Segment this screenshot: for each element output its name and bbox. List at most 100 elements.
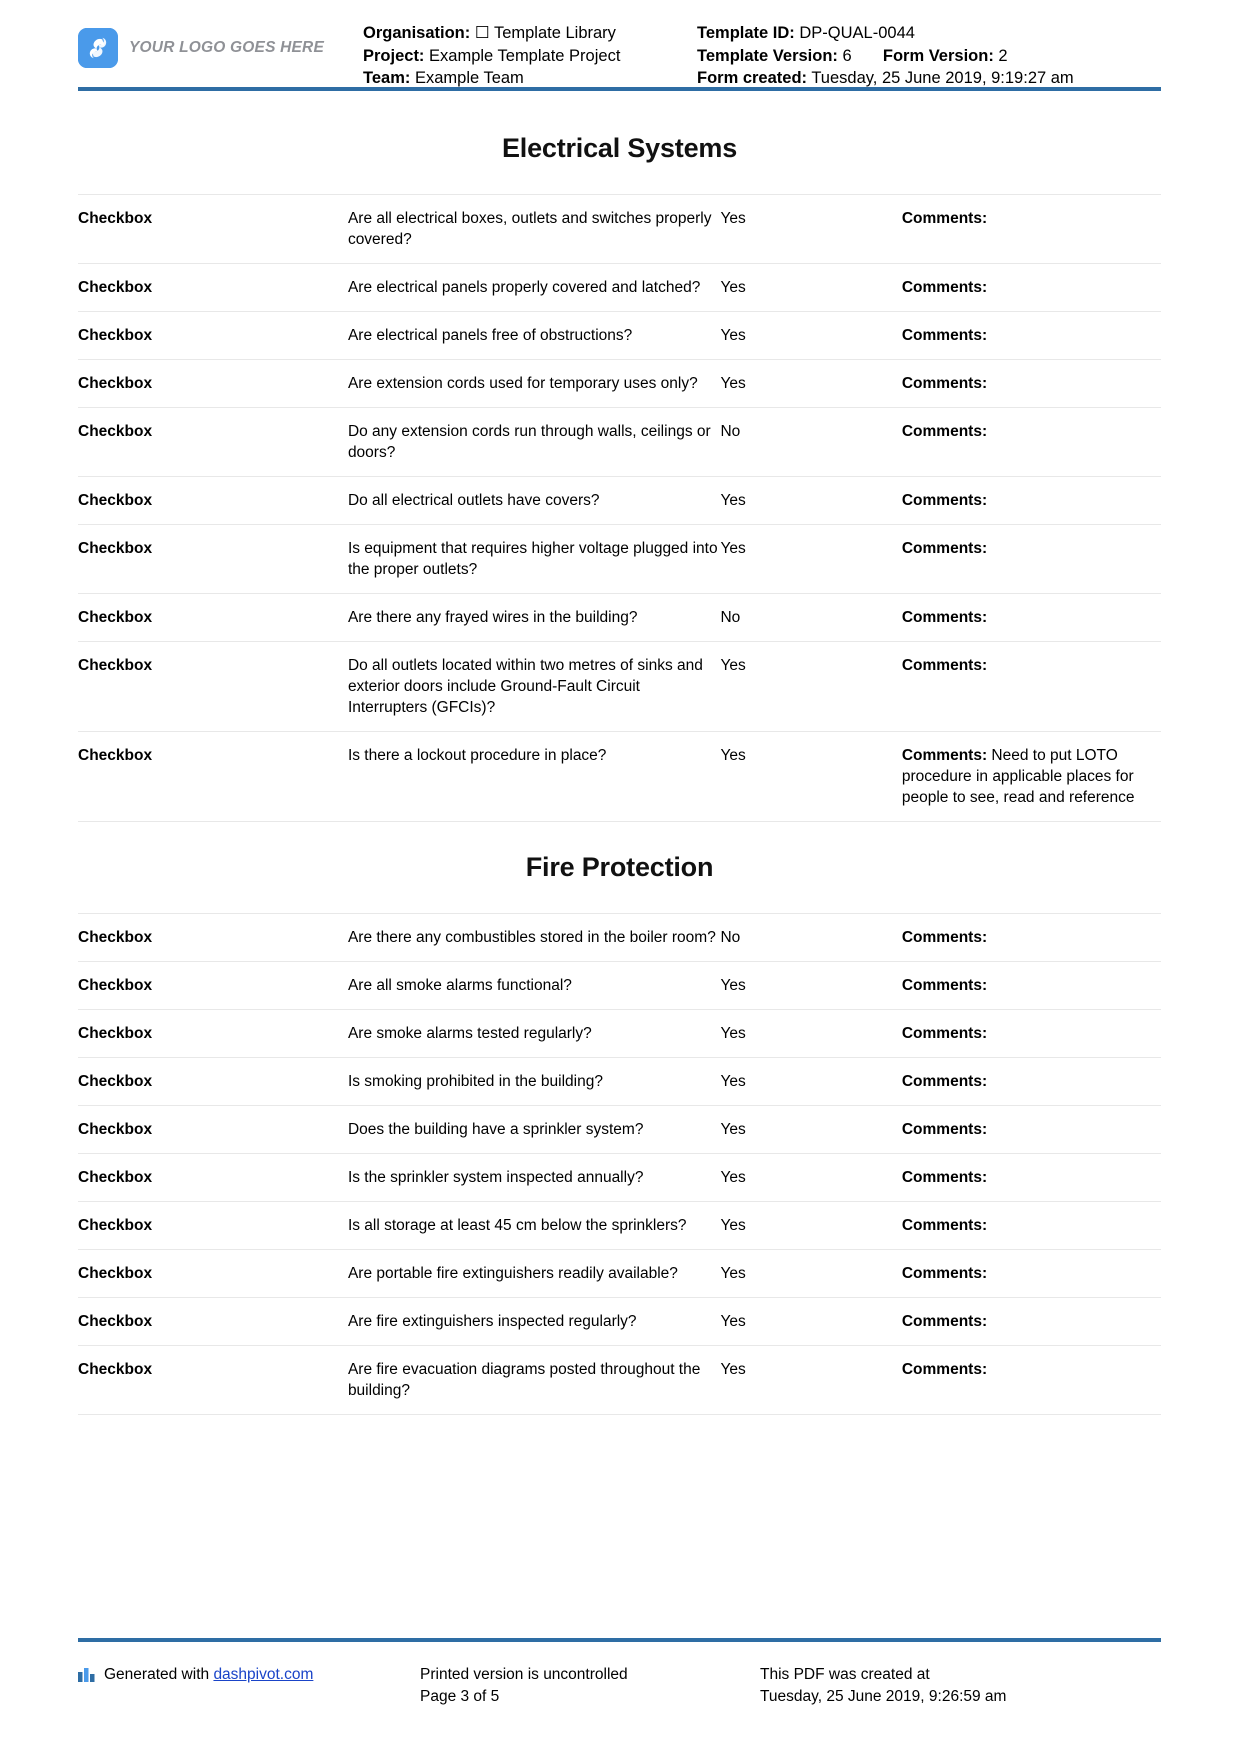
- row-comment: Comments:: [902, 408, 1161, 477]
- row-answer: No: [720, 609, 741, 626]
- row-comment: Comments:: [902, 914, 1161, 962]
- row-comment: Comments:: [902, 525, 1161, 594]
- row-type: Checkbox: [78, 1361, 153, 1378]
- row-answer: Yes: [720, 375, 746, 392]
- table-row: Checkbox Is the sprinkler system inspect…: [78, 1153, 1161, 1202]
- row-comment: Comments:: [902, 477, 1161, 525]
- row-answer: Yes: [720, 1265, 746, 1282]
- checklist-table-electrical-systems: Checkbox Are all electrical boxes, outle…: [78, 194, 1161, 822]
- table-row: Checkbox Are fire extinguishers inspecte…: [78, 1297, 1161, 1346]
- table-row: Checkbox Is smoking prohibited in the bu…: [78, 1057, 1161, 1106]
- template-id-label: Template ID:: [697, 24, 795, 42]
- row-type: Checkbox: [78, 1313, 153, 1330]
- row-comment: Comments:: [902, 1202, 1161, 1250]
- row-comment: Comments:: [902, 1298, 1161, 1346]
- project-line: Project: Example Template Project: [363, 45, 697, 68]
- row-comment-label: Comments:: [901, 929, 988, 946]
- row-question: Is the sprinkler system inspected annual…: [347, 1169, 644, 1186]
- row-comment-label: Comments:: [901, 1265, 988, 1282]
- row-comment: Comments:: [902, 1010, 1161, 1058]
- row-comment: Comments:: [902, 360, 1161, 408]
- pdf-created-value: Tuesday, 25 June 2019, 9:26:59 am: [760, 1688, 1007, 1705]
- logo-text: YOUR LOGO GOES HERE: [129, 39, 324, 56]
- team-line: Team: Example Team: [363, 67, 697, 90]
- row-comment: Comments:: [902, 1346, 1161, 1415]
- template-version-label: Template Version:: [697, 46, 838, 65]
- version-line: Template Version: 6 Form Version: 2: [697, 45, 1161, 68]
- row-question: Are portable fire extinguishers readily …: [347, 1265, 678, 1282]
- organisation-line: Organisation: ☐ Template Library: [363, 22, 697, 45]
- table-row: Checkbox Are electrical panels properly …: [78, 263, 1161, 312]
- table-row: Checkbox Are all electrical boxes, outle…: [78, 194, 1161, 264]
- pdf-created-label: This PDF was created at: [760, 1666, 930, 1683]
- row-comment-label: Comments:: [901, 210, 988, 227]
- row-answer: Yes: [720, 977, 746, 994]
- row-answer: Yes: [720, 540, 746, 557]
- row-comment-label: Comments:: [901, 327, 988, 344]
- section-title-electrical-systems: Electrical Systems: [501, 133, 738, 163]
- row-comment-label: Comments:: [901, 375, 988, 392]
- dashpivot-link[interactable]: dashpivot.com: [213, 1666, 313, 1683]
- row-comment-label: Comments:: [901, 279, 988, 296]
- logo-block: YOUR LOGO GOES HERE: [78, 18, 363, 68]
- logo-mark-icon: [78, 28, 118, 68]
- table-row: Checkbox Is all storage at least 45 cm b…: [78, 1201, 1161, 1250]
- row-answer: Yes: [720, 210, 746, 227]
- row-comment: Comments:: [902, 1154, 1161, 1202]
- form-created-label: Form created:: [697, 69, 808, 87]
- row-comment-label: Comments:: [901, 1025, 988, 1042]
- table-row: Checkbox Are there any frayed wires in t…: [78, 593, 1161, 642]
- row-comment-label: Comments:: [901, 540, 988, 557]
- row-comment-label: Comments:: [901, 1121, 988, 1138]
- template-id-value: DP-QUAL-0044: [799, 24, 915, 42]
- row-question: Are electrical panels free of obstructio…: [347, 327, 633, 344]
- row-answer: Yes: [720, 1361, 746, 1378]
- row-type: Checkbox: [78, 423, 153, 440]
- row-question: Does the building have a sprinkler syste…: [347, 1121, 644, 1138]
- row-question: Are there any combustibles stored in the…: [347, 929, 716, 946]
- row-type: Checkbox: [78, 657, 153, 674]
- row-comment: Comments: Need to put LOTO procedure in …: [902, 732, 1161, 822]
- row-comment-label: Comments:: [901, 1361, 988, 1378]
- table-row: Checkbox Are electrical panels free of o…: [78, 311, 1161, 360]
- table-row: Checkbox Do all outlets located within t…: [78, 641, 1161, 732]
- row-answer: Yes: [720, 1217, 746, 1234]
- row-question: Are fire evacuation diagrams posted thro…: [347, 1361, 701, 1399]
- row-comment-label: Comments:: [901, 609, 988, 626]
- row-question: Are all electrical boxes, outlets and sw…: [347, 210, 712, 248]
- row-comment: Comments:: [902, 195, 1161, 264]
- organisation-value: ☐ Template Library: [474, 24, 616, 42]
- row-type: Checkbox: [78, 1265, 153, 1282]
- section-title-fire-protection: Fire Protection: [525, 852, 714, 882]
- row-question: Do all outlets located within two metres…: [347, 657, 703, 716]
- row-answer: Yes: [720, 747, 746, 764]
- project-value: Example Template Project: [429, 46, 621, 65]
- header-meta-left: Organisation: ☐ Template Library Project…: [363, 18, 697, 90]
- table-row: Checkbox Are smoke alarms tested regular…: [78, 1009, 1161, 1058]
- project-label: Project:: [363, 46, 425, 65]
- row-type: Checkbox: [78, 1121, 153, 1138]
- row-comment-label: Comments:: [901, 423, 988, 440]
- row-answer: No: [720, 423, 741, 440]
- row-comment-label: Comments:: [901, 1169, 988, 1186]
- row-type: Checkbox: [78, 609, 153, 626]
- table-row: Checkbox Are all smoke alarms functional…: [78, 961, 1161, 1010]
- page-number: Page 3 of 5: [420, 1688, 500, 1705]
- row-answer: Yes: [720, 1073, 746, 1090]
- row-question: Is all storage at least 45 cm below the …: [347, 1217, 687, 1234]
- row-answer: Yes: [720, 492, 746, 509]
- table-row: Checkbox Are there any combustibles stor…: [78, 913, 1161, 962]
- table-row: Checkbox Are fire evacuation diagrams po…: [78, 1345, 1161, 1415]
- document-header: YOUR LOGO GOES HERE Organisation: ☐ Temp…: [78, 0, 1161, 87]
- row-answer: Yes: [720, 1313, 746, 1330]
- form-created-value: Tuesday, 25 June 2019, 9:19:27 am: [811, 69, 1074, 87]
- footer-generated-prefix: Generated with: [104, 1666, 214, 1683]
- footer-generated-text: Generated with dashpivot.com: [104, 1664, 313, 1686]
- row-question: Are all smoke alarms functional?: [347, 977, 572, 994]
- footer-print-block: Printed version is uncontrolled Page 3 o…: [420, 1664, 760, 1708]
- header-meta-right: Template ID: DP-QUAL-0044 Template Versi…: [697, 18, 1161, 90]
- row-comment: Comments:: [902, 642, 1161, 732]
- table-row: Checkbox Are portable fire extinguishers…: [78, 1249, 1161, 1298]
- footer-pdf-block: This PDF was created at Tuesday, 25 June…: [760, 1664, 1161, 1708]
- team-label: Team:: [363, 69, 411, 87]
